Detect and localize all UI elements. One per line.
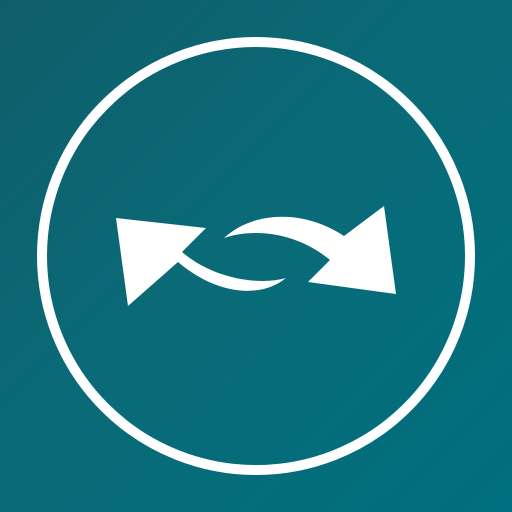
outer-ring xyxy=(37,37,475,475)
app-icon[interactable] xyxy=(0,0,512,512)
sync-arrows-icon xyxy=(37,37,475,475)
